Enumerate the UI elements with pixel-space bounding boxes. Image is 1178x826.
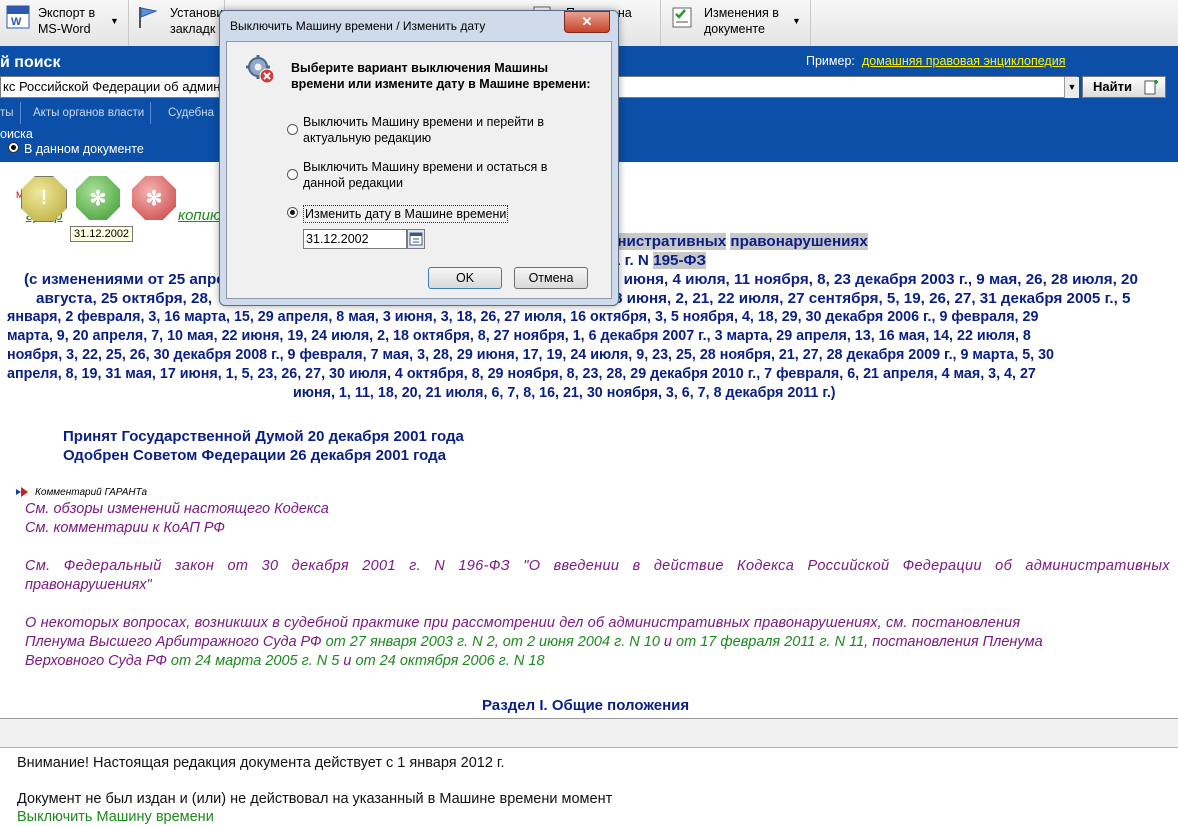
changes-line: ноября, 3, 22, 25, 26, 30 декабря 2008 г… [7,347,1054,363]
document-plus-icon [1144,80,1158,95]
title-word-1: инистративных [608,233,727,250]
changes-label-l1: Изменения в [704,6,779,20]
search-dropdown-button[interactable]: ▼ [1064,77,1079,98]
tab-government-acts[interactable]: Акты органов власти [27,102,152,124]
dropdown-arrow-icon[interactable]: ▼ [792,16,801,26]
option-label-change-date: Изменить дату в Машине времени [303,205,509,223]
search-scope-label: оиска [0,127,33,141]
export-word-button[interactable]: W Экспорт в MS-Word ▼ [0,0,129,46]
tab-court[interactable]: Судебна [162,102,221,124]
document-title-line1: инистративных правонарушениях [608,232,868,251]
time-machine-red-icon[interactable]: ✻ [132,176,176,220]
ok-button[interactable]: OK [428,267,502,289]
not-published-notice: Документ не был издан и (или) не действо… [17,791,613,807]
changes-line: (с изменениями от 25 апре [24,271,225,288]
example-link[interactable]: домашняя правовая энциклопедия [862,54,1065,68]
set-bookmark-label-l1: Установи [170,6,224,20]
separator: , [494,634,503,650]
approved-council: Одобрен Советом Федерации 26 декабря 200… [63,447,446,464]
plenum-link-2003[interactable]: от 27 января 2003 г. N 2 [322,634,495,650]
federal-law-link-cont[interactable]: правонарушениях" [25,576,152,595]
changes-line: марта, 9, 20 апреля, 7, 10 мая, 22 июня,… [7,328,1031,344]
set-bookmark-button[interactable]: Установи закладк [128,0,225,46]
option-label-stay: Выключить Машину времени и остаться в да… [303,160,548,190]
federal-law-link[interactable]: См. Федеральный закон от 30 декабря 2001… [25,557,1170,576]
plenum-link-2011[interactable]: от 17 февраля 2011 г. N 11 [676,634,864,650]
export-word-label-l2: MS-Word [38,22,91,36]
review-link[interactable]: См. обзоры изменений настоящего Кодекса [25,500,329,519]
plenum-vs-label: , постановления Пленума [864,634,1043,650]
changes-line: апреля, 8, 19, 31 мая, 17 июня, 1, 5, 23… [7,366,1036,382]
option-radio-actual[interactable] [287,124,298,135]
garant-comment-label: Комментарий ГАРАНТа [35,487,148,498]
disable-time-machine-link[interactable]: Выключить Машину времени [17,809,214,825]
separator: и [659,634,677,650]
plenum-text-line2: Пленума Высшего Арбитражного Суда РФ от … [25,633,1043,652]
changes-line: 0 июня, 4 июля, 11 ноября, 8, 23 декабря… [611,271,1138,288]
plenum-link-2005[interactable]: от 24 марта 2005 г. N 5 [167,653,339,669]
changes-line: января, 2 февраля, 3, 16 марта, 15, 29 а… [7,309,1039,325]
edition-notice: Внимание! Настоящая редакция документа д… [17,755,505,771]
checklist-icon [672,7,692,28]
scope-option-label: В данном документе [24,142,144,156]
export-word-label-l1: Экспорт в [38,6,96,20]
find-button[interactable]: Найти [1082,76,1166,98]
scope-radio[interactable] [8,142,19,153]
plenum-vs-court-label: Верховного Суда РФ [25,653,167,669]
plenum-text-line1: О некоторых вопросах, возникших в судебн… [25,615,1021,631]
plenum-vas-label: Пленума Высшего Арбитражного Суда РФ [25,634,322,650]
section-title: Раздел I. Общие положения [482,697,690,714]
tab-acts[interactable]: ты [0,102,21,124]
example-label: Пример: [806,54,855,68]
cancel-button[interactable]: Отмена [514,267,588,289]
find-button-label: Найти [1093,79,1132,94]
panel-splitter[interactable] [0,718,1178,748]
flag-icon [139,7,158,28]
time-machine-dialog: Выключить Машину времени / Изменить дату… [219,10,619,306]
changes-line: августа, 25 октября, 28, [36,290,213,307]
separator: и [339,653,356,669]
dropdown-arrow-icon[interactable]: ▼ [110,16,119,26]
changes-label-l2: документе [704,22,765,36]
plenum-text-line3: Верховного Суда РФ от 24 марта 2005 г. N… [25,652,545,671]
plenum-link-2004[interactable]: от 2 июня 2004 г. N 10 [503,634,660,650]
document-changes-button[interactable]: Изменения в документе ▼ [660,0,811,46]
search-panel-title: й поиск [0,54,61,71]
title-law-number: 195-ФЗ [653,252,706,269]
document-title-line2: 1 г. N 195-ФЗ [612,251,706,270]
plenum-link-2006[interactable]: от 24 октября 2006 г. N 18 [356,653,545,669]
dialog-title: Выключить Машину времени / Изменить дату [230,19,486,33]
title-word-2: правонарушениях [730,233,868,250]
word-icon: W [6,5,30,29]
changes-line: 8 июня, 2, 21, 22 июля, 27 сентября, 5, … [614,290,1131,307]
set-bookmark-label-l2: закладк [170,22,216,36]
gear-stop-icon [246,55,275,84]
commentary-link[interactable]: См. комментарии к КоАП РФ [25,519,225,538]
dialog-question: Выберите вариант выключения Машины време… [291,61,591,91]
time-machine-date-tooltip: 31.12.2002 [70,226,134,242]
adopted-duma: Принят Государственной Думой 20 декабря … [63,428,464,445]
close-icon[interactable]: ✕ [564,11,610,33]
garant-comment-icon [16,487,28,497]
option-radio-change-date[interactable] [287,207,298,218]
svg-text:W: W [11,16,22,28]
dialog-body: Выберите вариант выключения Машины време… [226,41,612,299]
date-input[interactable]: 31.12.2002 [303,229,407,249]
calendar-icon[interactable] [407,229,425,249]
time-machine-green-icon[interactable]: ✻ [76,176,120,220]
option-label-actual: Выключить Машину времени и перейти в акт… [303,115,545,145]
option-radio-stay[interactable] [287,169,298,180]
changes-line: июня, 1, 11, 18, 20, 21 июля, 6, 7, 8, 1… [293,385,836,401]
